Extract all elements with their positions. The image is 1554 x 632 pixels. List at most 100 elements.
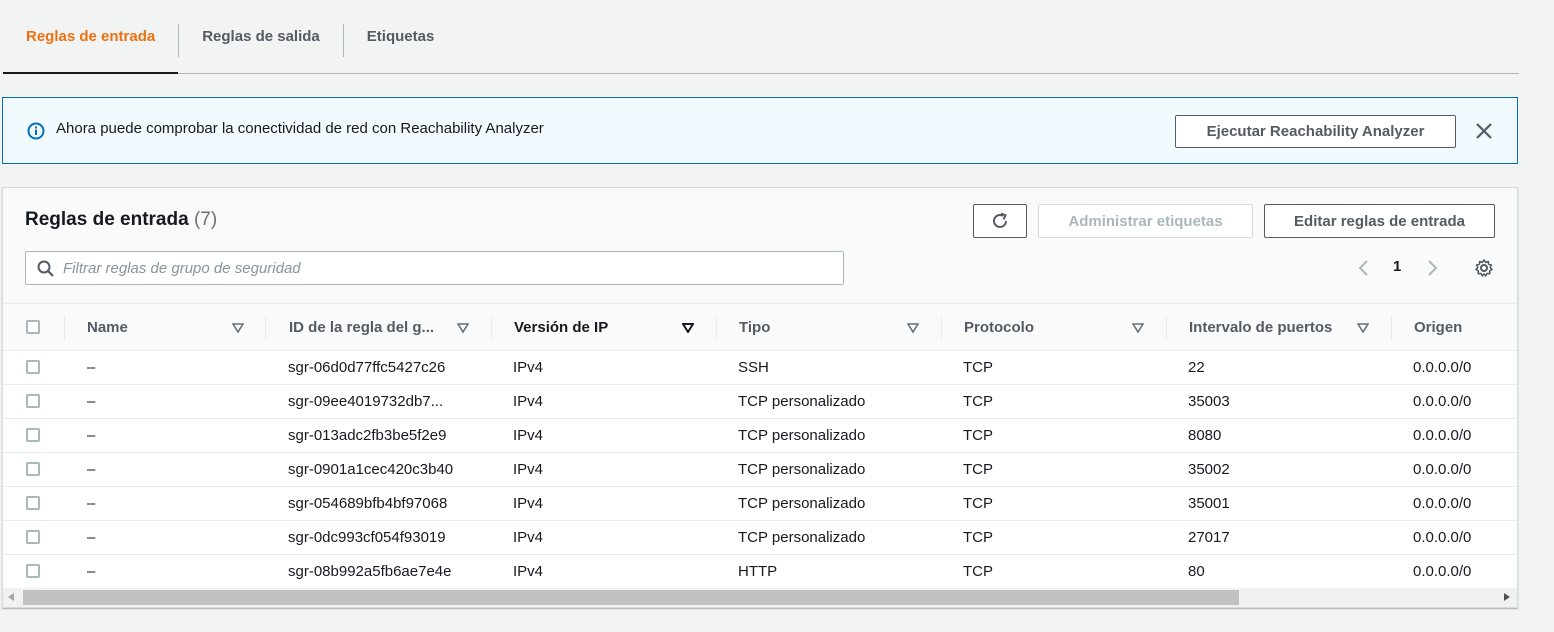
cell-type: HTTP: [738, 563, 778, 580]
cell-type: TCP personalizado: [738, 461, 866, 478]
column-header-source[interactable]: Origen: [1414, 304, 1462, 351]
column-divider: [1391, 316, 1392, 340]
cell-port-range: 35003: [1188, 393, 1230, 410]
gear-icon[interactable]: [1474, 258, 1494, 278]
column-header-ip-version[interactable]: Versión de IP: [514, 304, 608, 351]
panel-header: Reglas de entrada (7) Administrar etique…: [3, 188, 1517, 303]
row-checkbox[interactable]: [26, 564, 40, 578]
cell-rule-id: sgr-06d0d77ffc5427c26: [288, 359, 446, 376]
row-checkbox[interactable]: [26, 462, 40, 476]
cell-source: 0.0.0.0/0: [1413, 393, 1472, 410]
cell-rule-id: sgr-0dc993cf054f93019: [288, 529, 446, 546]
column-header-protocol[interactable]: Protocolo: [964, 304, 1034, 351]
row-checkbox[interactable]: [26, 530, 40, 544]
cell-type: TCP personalizado: [738, 393, 866, 410]
table-row[interactable]: – sgr-09ee4019732db7... IPv4 TCP persona…: [3, 385, 1517, 419]
table-row[interactable]: – sgr-054689bfb4bf97068 IPv4 TCP persona…: [3, 487, 1517, 521]
cell-protocol: TCP: [963, 529, 993, 546]
tab-inbound-rules[interactable]: Reglas de entrada: [3, 0, 179, 74]
cell-rule-id: sgr-08b992a5fb6ae7e4e: [288, 563, 452, 580]
search-box: [25, 251, 844, 285]
cell-type: TCP personalizado: [738, 495, 866, 512]
cell-name: –: [87, 359, 96, 376]
cell-rule-id: sgr-054689bfb4bf97068: [288, 495, 448, 512]
tab-outbound-rules[interactable]: Reglas de salida: [179, 0, 343, 73]
cell-name: –: [87, 563, 96, 580]
cell-rule-id: sgr-0901a1cec420c3b40: [288, 461, 454, 478]
cell-source: 0.0.0.0/0: [1413, 495, 1472, 512]
row-checkbox[interactable]: [26, 496, 40, 510]
cell-rule-id: sgr-09ee4019732db7...: [288, 393, 444, 410]
column-header-type[interactable]: Tipo: [739, 304, 770, 351]
cell-rule-id: sgr-013adc2fb3be5f2e9: [288, 427, 447, 444]
close-icon[interactable]: [1475, 122, 1493, 140]
column-header-name[interactable]: Name: [87, 304, 128, 351]
tab-bar: Reglas de entrada Reglas de salida Etiqu…: [3, 0, 1519, 74]
sort-icon[interactable]: [457, 323, 469, 333]
scroll-left-arrow-icon[interactable]: [8, 593, 14, 601]
sort-icon[interactable]: [1357, 323, 1369, 333]
table-row[interactable]: – sgr-08b992a5fb6ae7e4e IPv4 HTTP TCP 80…: [3, 555, 1517, 589]
chevron-left-icon[interactable]: [1357, 259, 1371, 277]
cell-protocol: TCP: [963, 461, 993, 478]
cell-protocol: TCP: [963, 359, 993, 376]
column-divider: [491, 316, 492, 340]
table-row[interactable]: – sgr-013adc2fb3be5f2e9 IPv4 TCP persona…: [3, 419, 1517, 453]
edit-inbound-rules-button[interactable]: Editar reglas de entrada: [1264, 204, 1495, 238]
cell-source: 0.0.0.0/0: [1413, 461, 1472, 478]
refresh-button[interactable]: [973, 204, 1027, 238]
search-input[interactable]: [63, 252, 833, 284]
cell-type: TCP personalizado: [738, 427, 866, 444]
cell-protocol: TCP: [963, 563, 993, 580]
table-row[interactable]: – sgr-0901a1cec420c3b40 IPv4 TCP persona…: [3, 453, 1517, 487]
cell-protocol: TCP: [963, 495, 993, 512]
refresh-icon: [993, 212, 1007, 228]
column-header-rule-id[interactable]: ID de la regla del g...: [289, 304, 434, 351]
cell-protocol: TCP: [963, 393, 993, 410]
row-checkbox[interactable]: [26, 360, 40, 374]
cell-ip-version: IPv4: [513, 563, 544, 580]
panel-title-text: Reglas de entrada: [25, 209, 189, 230]
cell-source: 0.0.0.0/0: [1413, 563, 1472, 580]
cell-port-range: 27017: [1188, 529, 1230, 546]
column-divider: [941, 316, 942, 340]
manage-tags-button[interactable]: Administrar etiquetas: [1038, 204, 1253, 238]
scroll-right-arrow-icon[interactable]: [1504, 593, 1510, 601]
column-divider: [265, 316, 266, 340]
cell-source: 0.0.0.0/0: [1413, 427, 1472, 444]
cell-port-range: 80: [1188, 563, 1205, 580]
panel-title: Reglas de entrada (7): [25, 209, 217, 231]
chevron-right-icon[interactable]: [1425, 259, 1439, 277]
column-divider: [716, 316, 717, 340]
cell-ip-version: IPv4: [513, 427, 544, 444]
rule-count: (7): [193, 209, 218, 230]
scrollbar-thumb[interactable]: [23, 590, 1239, 605]
cell-source: 0.0.0.0/0: [1413, 359, 1472, 376]
cell-ip-version: IPv4: [513, 393, 544, 410]
cell-name: –: [87, 529, 96, 546]
column-header-port-range[interactable]: Intervalo de puertos: [1189, 304, 1332, 351]
select-all-checkbox[interactable]: [26, 320, 40, 334]
cell-name: –: [87, 461, 96, 478]
row-checkbox[interactable]: [26, 428, 40, 442]
search-icon: [37, 260, 54, 277]
sort-icon[interactable]: [232, 323, 244, 333]
column-divider: [1166, 316, 1167, 340]
run-reachability-analyzer-button[interactable]: Ejecutar Reachability Analyzer: [1175, 115, 1456, 148]
cell-name: –: [87, 393, 96, 410]
sort-descending-icon[interactable]: [682, 323, 694, 333]
cell-name: –: [87, 495, 96, 512]
sort-icon[interactable]: [907, 323, 919, 333]
cell-port-range: 8080: [1188, 427, 1222, 444]
current-page-number[interactable]: 1: [1393, 258, 1401, 275]
info-banner: Ahora puede comprobar la conectividad de…: [2, 97, 1518, 164]
cell-port-range: 35002: [1188, 461, 1230, 478]
table-row[interactable]: – sgr-0dc993cf054f93019 IPv4 TCP persona…: [3, 521, 1517, 555]
table-row[interactable]: – sgr-06d0d77ffc5427c26 IPv4 SSH TCP 22 …: [3, 351, 1517, 385]
horizontal-scrollbar[interactable]: [3, 588, 1517, 607]
cell-ip-version: IPv4: [513, 359, 544, 376]
sort-icon[interactable]: [1132, 323, 1144, 333]
tab-tags[interactable]: Etiquetas: [344, 0, 458, 73]
row-checkbox[interactable]: [26, 394, 40, 408]
cell-ip-version: IPv4: [513, 461, 544, 478]
